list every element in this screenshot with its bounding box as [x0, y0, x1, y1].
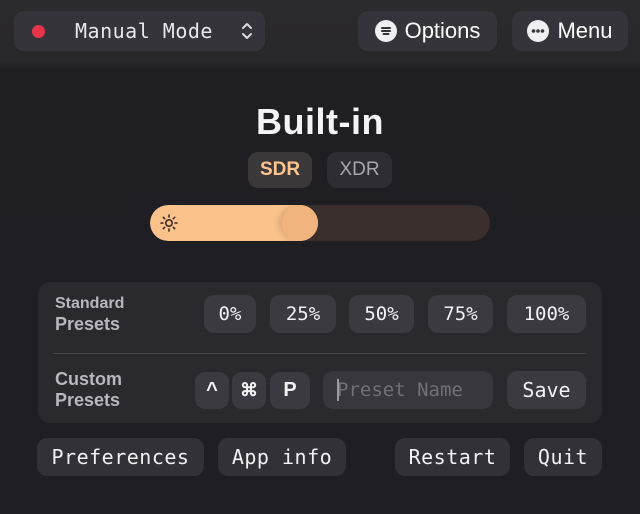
mode-label: Manual Mode — [75, 19, 213, 43]
divider — [53, 353, 586, 354]
menu-button[interactable]: Menu — [512, 11, 628, 51]
tab-xdr-label: XDR — [339, 159, 380, 180]
sun-icon — [160, 214, 178, 232]
tab-sdr-label: SDR — [259, 159, 301, 180]
quit-button[interactable]: Quit — [524, 438, 602, 476]
restart-button[interactable]: Restart — [395, 438, 510, 476]
standard-presets-label-line2: Presets — [55, 314, 121, 334]
menu-label: Menu — [557, 18, 613, 43]
preset-75-button[interactable]: 75% — [428, 295, 493, 333]
hotkey-control-key[interactable]: ^ — [195, 372, 229, 409]
tab-xdr[interactable]: XDR — [327, 152, 392, 188]
chevron-up-down-icon — [242, 23, 252, 39]
preset-50-button[interactable]: 50% — [349, 295, 414, 333]
display-name: Built-in — [256, 101, 384, 142]
app-info-button[interactable]: App info — [218, 438, 346, 476]
preset-100-button[interactable]: 100% — [507, 295, 586, 333]
hotkey-command-key[interactable]: ⌘ — [232, 372, 266, 409]
save-preset-button[interactable]: Save — [507, 371, 586, 409]
brightness-slider-handle[interactable] — [282, 205, 318, 241]
custom-presets-label-line2: Presets — [55, 390, 121, 410]
standard-presets-label-line1: Standard — [55, 295, 125, 312]
tab-sdr[interactable]: SDR — [248, 152, 312, 188]
standard-presets-label: Standard Presets — [55, 293, 124, 335]
custom-presets-label: Custom Presets — [55, 369, 122, 411]
brightness-slider[interactable] — [150, 205, 490, 241]
options-button[interactable]: Options — [358, 11, 497, 51]
list-circle-icon — [374, 20, 397, 42]
hotkey-letter-key[interactable]: P — [270, 372, 310, 409]
preset-25-button[interactable]: 25% — [270, 295, 336, 333]
custom-presets-label-line1: Custom — [55, 369, 122, 389]
status-dot — [32, 24, 45, 38]
ellipsis-circle-icon — [527, 20, 550, 42]
preferences-button[interactable]: Preferences — [37, 438, 204, 476]
preset-0-button[interactable]: 0% — [204, 295, 256, 333]
preset-name-input[interactable] — [323, 371, 493, 409]
mode-select[interactable]: Manual Mode — [14, 11, 265, 51]
text-caret — [337, 379, 339, 401]
options-label: Options — [404, 18, 481, 43]
